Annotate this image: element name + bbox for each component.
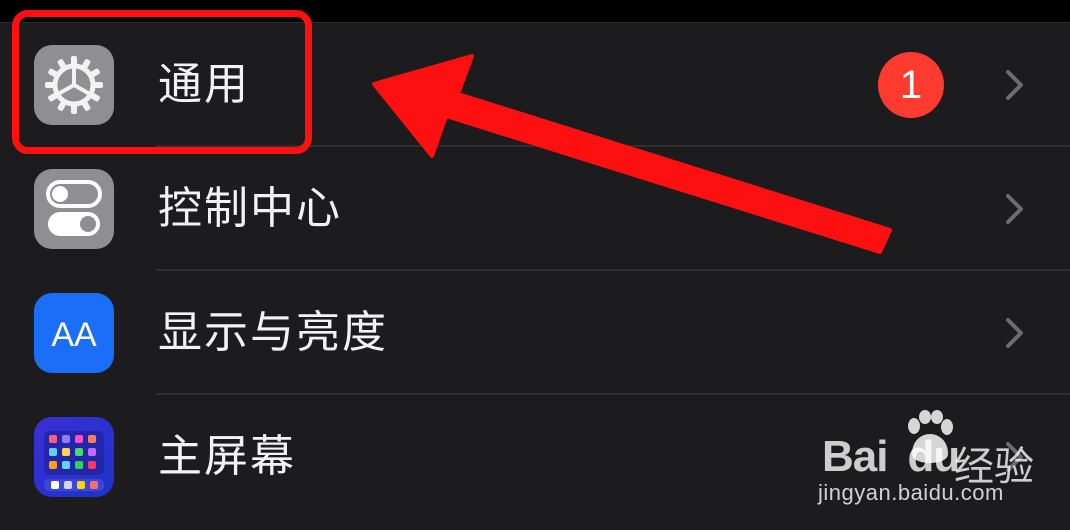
text-size-aa-icon: AA [34, 293, 114, 373]
settings-row-label: 显示与亮度 [158, 307, 388, 358]
notification-badge: 1 [878, 52, 944, 118]
settings-row-display-brightness[interactable]: AA 显示与亮度 [0, 271, 1070, 395]
annotation-highlight-box [12, 10, 312, 154]
chevron-right-icon [1000, 191, 1030, 227]
home-screen-grid-icon [34, 417, 114, 497]
chevron-right-icon [1000, 67, 1030, 103]
watermark-brand-bai: Bai [822, 432, 888, 481]
watermark-url: jingyan.baidu.com [818, 480, 1004, 505]
settings-row-control-center[interactable]: 控制中心 [0, 147, 1070, 271]
chevron-right-icon [1000, 315, 1030, 351]
baidu-paw-icon [908, 410, 953, 463]
aa-glyph: AA [51, 316, 97, 354]
baidu-jingyan-watermark: Baidu 经验 jingyan.baidu.com [818, 410, 1058, 510]
settings-row-label: 主屏幕 [158, 431, 296, 482]
settings-row-label: 控制中心 [158, 183, 342, 234]
toggle-switches-icon [34, 169, 114, 249]
